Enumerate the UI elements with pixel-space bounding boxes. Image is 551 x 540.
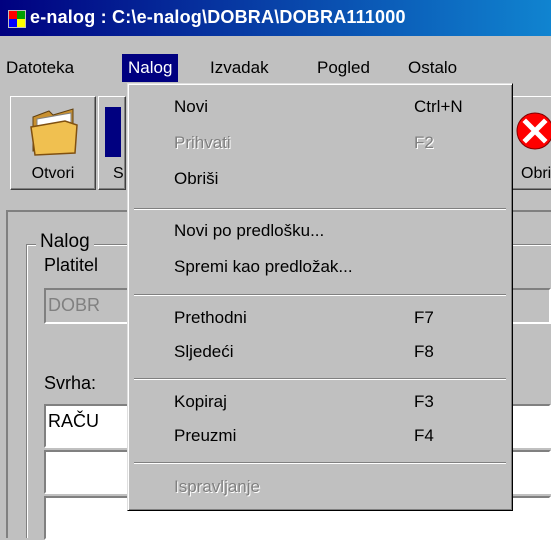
menu-nalog[interactable]: Nalog bbox=[122, 54, 179, 82]
menu-item-sljedeci[interactable]: Sljedeći F8 bbox=[130, 337, 510, 367]
open-button-label: Otvori bbox=[31, 165, 75, 182]
save-icon bbox=[105, 107, 121, 157]
menu-item-prihvati-label: Prihvati bbox=[174, 133, 231, 152]
menu-item-prethodni[interactable]: Prethodni F7 bbox=[130, 303, 510, 333]
menu-item-kopiraj-shortcut: F3 bbox=[414, 392, 434, 411]
menu-ostalo[interactable]: Ostalo bbox=[402, 54, 463, 82]
menu-item-spremi-kao-predlozak-label: Spremi kao predložak... bbox=[174, 257, 353, 276]
title-bar[interactable]: e-nalog : C:\e-nalog\DOBRA\DOBRA111000 bbox=[0, 0, 551, 36]
menu-item-ispravljanje-label: Ispravljanje bbox=[174, 477, 260, 496]
menu-item-prethodni-label: Prethodni bbox=[174, 308, 247, 327]
menu-item-sljedeci-label: Sljedeći bbox=[174, 342, 234, 361]
menu-item-spremi-kao-predlozak[interactable]: Spremi kao predložak... bbox=[130, 252, 510, 282]
delete-button[interactable]: Obri bbox=[510, 96, 551, 190]
menu-item-preuzmi[interactable]: Preuzmi F4 bbox=[130, 421, 510, 451]
toolbar-button-2[interactable]: S bbox=[98, 96, 126, 190]
menu-izvadak[interactable]: Izvadak bbox=[204, 54, 275, 82]
menu-item-novi-po-predlosku-label: Novi po predlošku... bbox=[174, 221, 325, 240]
menu-item-preuzmi-label: Preuzmi bbox=[174, 426, 237, 445]
app-icon bbox=[8, 10, 26, 28]
menu-item-obrisi-label: Obriši bbox=[174, 169, 219, 188]
menu-item-novi-label: Novi bbox=[174, 97, 209, 116]
window-title: e-nalog : C:\e-nalog\DOBRA\DOBRA111000 bbox=[30, 7, 406, 27]
menu-item-obrisi[interactable]: Obriši bbox=[130, 164, 510, 194]
menu-pogled[interactable]: Pogled bbox=[311, 54, 376, 82]
delete-button-label: Obri bbox=[521, 165, 551, 182]
groupbox-title: Nalog bbox=[36, 231, 94, 253]
menu-item-prihvati-shortcut: F2 bbox=[414, 133, 434, 152]
menu-item-prihvati: Prihvati F2 bbox=[130, 128, 510, 158]
menu-item-novi-shortcut: Ctrl+N bbox=[414, 97, 463, 116]
menu-item-prethodni-shortcut: F7 bbox=[414, 308, 434, 327]
delete-icon bbox=[516, 112, 551, 150]
menu-datoteka[interactable]: Datoteka bbox=[0, 54, 80, 82]
menu-separator bbox=[134, 462, 506, 464]
menu-item-preuzmi-shortcut: F4 bbox=[414, 426, 434, 445]
menu-separator bbox=[134, 294, 506, 296]
purpose-label: Svrha: bbox=[44, 373, 97, 393]
menu-bar: Datoteka Nalog Izvadak Pogled Ostalo bbox=[0, 52, 551, 84]
nalog-dropdown-menu: Novi Ctrl+N Prihvati F2 Obriši Novi po p… bbox=[127, 83, 513, 511]
menu-separator bbox=[134, 208, 506, 210]
menu-item-kopiraj[interactable]: Kopiraj F3 bbox=[130, 387, 510, 417]
open-button[interactable]: Otvori bbox=[10, 96, 96, 190]
menu-item-ispravljanje: Ispravljanje bbox=[130, 472, 510, 502]
folder-icon bbox=[30, 108, 78, 156]
menu-item-novi[interactable]: Novi Ctrl+N bbox=[130, 92, 510, 122]
menu-item-kopiraj-label: Kopiraj bbox=[174, 392, 227, 411]
menu-item-novi-po-predlosku[interactable]: Novi po predlošku... bbox=[130, 216, 510, 246]
payer-label: Platitel bbox=[44, 255, 99, 275]
menu-item-sljedeci-shortcut: F8 bbox=[414, 342, 434, 361]
menu-separator bbox=[134, 378, 506, 380]
